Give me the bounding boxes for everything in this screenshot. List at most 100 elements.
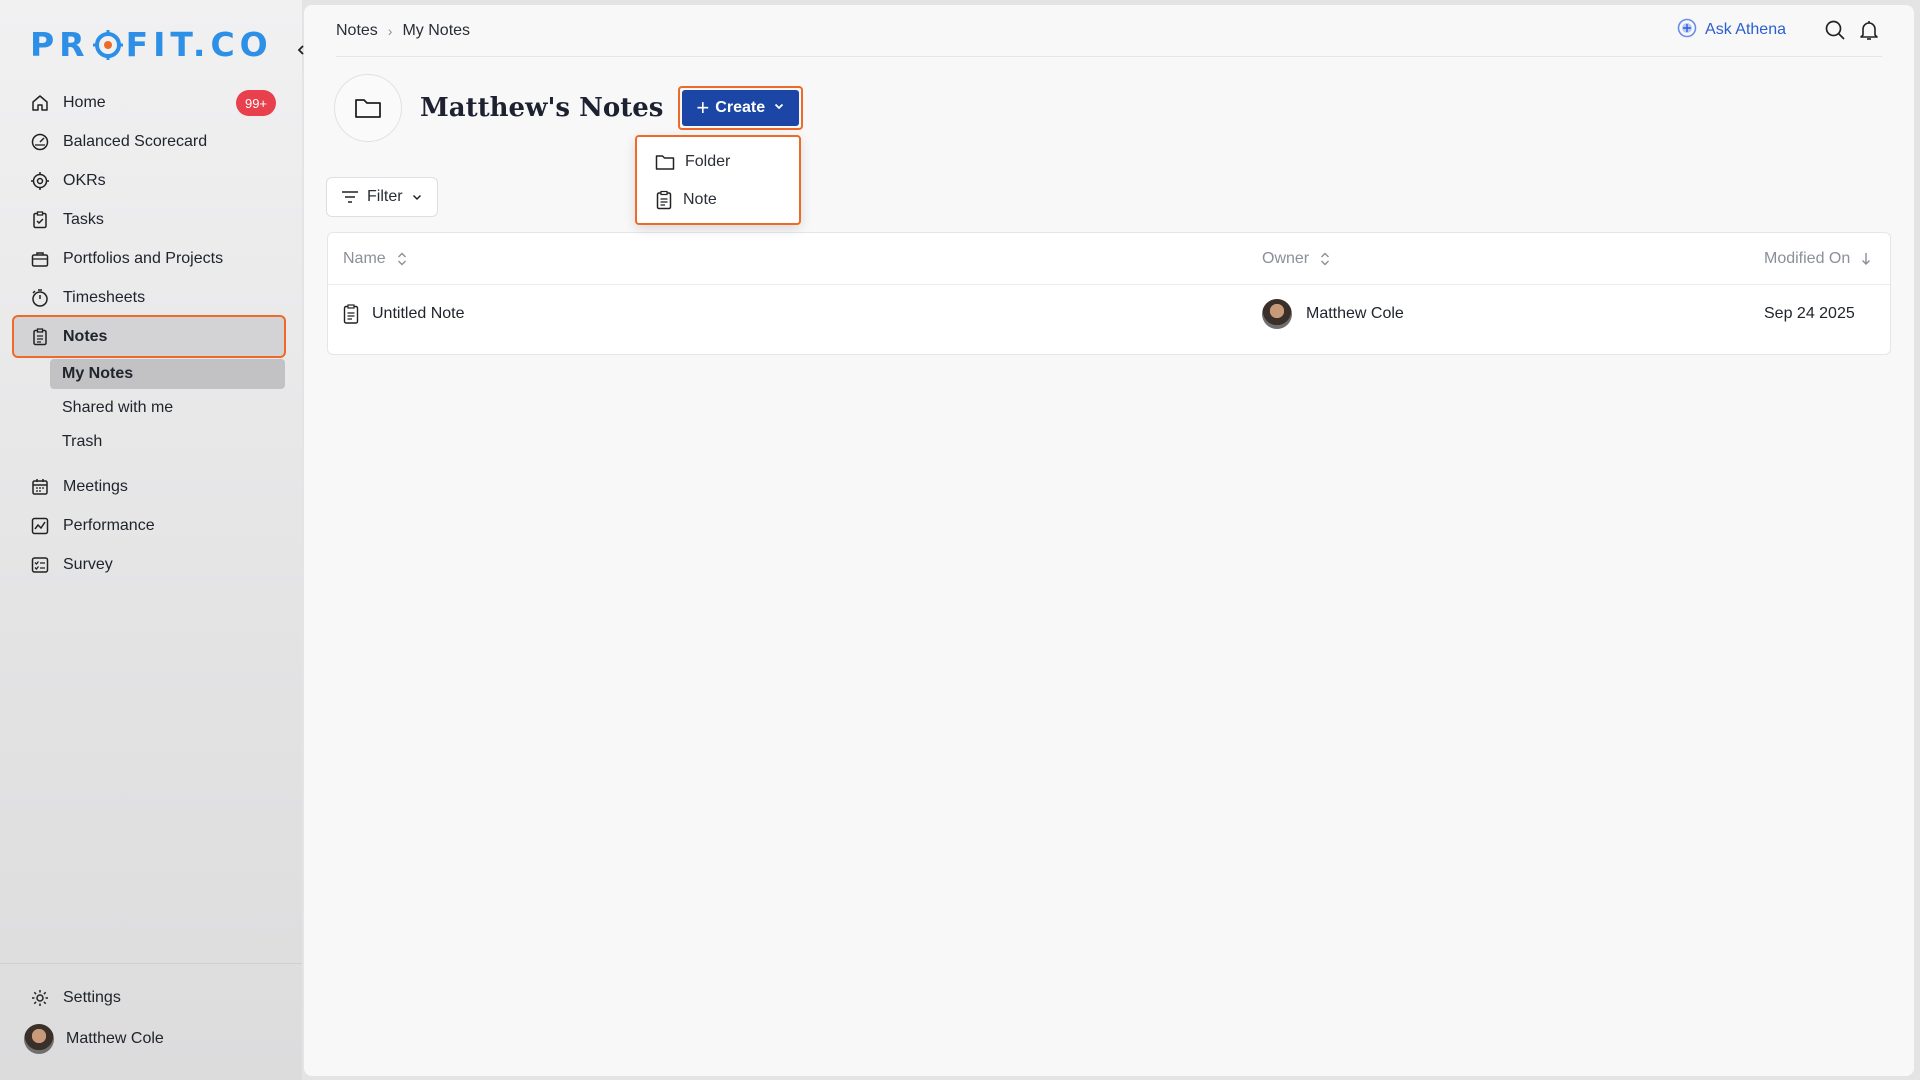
- nav-item-survey[interactable]: Survey: [14, 545, 284, 584]
- menu-item-note[interactable]: Note: [637, 181, 799, 219]
- folder-icon: [655, 153, 675, 171]
- nav-item-performance[interactable]: Performance: [14, 506, 284, 545]
- notes-icon: [29, 326, 51, 348]
- filter-label: Filter: [367, 188, 403, 205]
- nav-item-timesheets[interactable]: Timesheets: [14, 278, 284, 317]
- column-header-name[interactable]: Name: [343, 233, 408, 285]
- folder-icon: [355, 99, 381, 118]
- create-label: Create: [715, 99, 766, 116]
- calendar-icon: [29, 476, 51, 498]
- nav-label: Home: [63, 93, 106, 111]
- ask-athena-label: Ask Athena: [1705, 21, 1786, 38]
- nav-label: Performance: [63, 516, 155, 534]
- nav-label: Survey: [63, 555, 113, 573]
- cell-owner: Matthew Cole: [1262, 285, 1404, 343]
- sidebar-divider: [0, 963, 302, 964]
- nav-label: Balanced Scorecard: [63, 132, 208, 150]
- notes-table: Name Owner Modified On Untitled Note Mat…: [327, 232, 1891, 355]
- chevron-down-icon: [411, 191, 423, 203]
- column-label: Modified On: [1764, 250, 1851, 267]
- column-label: Owner: [1262, 250, 1310, 267]
- avatar: [24, 1024, 54, 1054]
- top-bar: Notes › My Notes Ask Athena: [336, 5, 1882, 57]
- avatar: [1262, 299, 1292, 329]
- create-button[interactable]: + Create: [682, 90, 800, 126]
- menu-item-label: Folder: [685, 153, 731, 170]
- target-icon: [29, 170, 51, 192]
- notes-subnav: My Notes Shared with me Trash: [50, 359, 285, 457]
- scorecard-icon: [29, 131, 51, 153]
- plus-icon: +: [696, 95, 710, 120]
- survey-icon: [29, 554, 51, 576]
- nav-label: Meetings: [63, 477, 128, 495]
- collapse-sidebar-button[interactable]: [291, 40, 311, 60]
- breadcrumb-separator-icon: ›: [387, 22, 393, 39]
- main-content: Notes › My Notes Ask Athena Matthew's No…: [304, 5, 1914, 1076]
- notification-badge: 99+: [236, 90, 276, 116]
- athena-icon: [1677, 18, 1697, 43]
- breadcrumb-notes[interactable]: Notes: [336, 22, 378, 40]
- nav-item-settings[interactable]: Settings: [14, 978, 284, 1017]
- performance-icon: [29, 515, 51, 537]
- briefcase-icon: [29, 248, 51, 270]
- target-icon: [92, 29, 123, 60]
- chevron-down-icon: [773, 99, 785, 117]
- sort-icon: [1319, 251, 1331, 267]
- folder-avatar: [334, 74, 402, 142]
- subnav-item-my-notes[interactable]: My Notes: [50, 359, 285, 389]
- nav-item-meetings[interactable]: Meetings: [14, 467, 284, 506]
- column-label: Name: [343, 250, 386, 267]
- breadcrumb-my-notes: My Notes: [402, 21, 471, 39]
- user-name: Matthew Cole: [66, 1030, 164, 1047]
- cell-modified-on: Sep 24 2025: [1764, 285, 1855, 343]
- nav-item-notes[interactable]: Notes: [12, 315, 286, 358]
- nav-item-portfolios-projects[interactable]: Portfolios and Projects: [14, 239, 284, 278]
- nav-item-home[interactable]: Home 99+: [14, 83, 284, 122]
- breadcrumb: Notes › My Notes: [336, 22, 470, 40]
- column-header-owner[interactable]: Owner: [1262, 233, 1331, 285]
- create-dropdown-menu: Folder Note: [635, 135, 801, 225]
- sort-icon: [396, 251, 408, 267]
- settings-section: Settings: [14, 978, 284, 1017]
- user-profile[interactable]: Matthew Cole: [24, 1024, 164, 1054]
- menu-item-label: Note: [683, 191, 717, 208]
- nav-item-balanced-scorecard[interactable]: Balanced Scorecard: [14, 122, 284, 161]
- owner-name: Matthew Cole: [1306, 305, 1404, 322]
- subnav-item-trash[interactable]: Trash: [50, 427, 285, 457]
- nav-label: Timesheets: [63, 288, 146, 306]
- note-icon: [655, 190, 673, 210]
- table-row[interactable]: Untitled Note Matthew Cole Sep 24 2025: [328, 285, 1890, 343]
- nav-label: Notes: [63, 327, 108, 345]
- page-title: Matthew's Notes: [420, 93, 664, 123]
- create-button-highlight: + Create: [678, 86, 804, 130]
- nav-item-tasks[interactable]: Tasks: [14, 200, 284, 239]
- filter-icon: [341, 190, 359, 204]
- chevron-left-icon: [297, 45, 304, 55]
- ask-athena-button[interactable]: Ask Athena: [1677, 18, 1786, 43]
- subnav-item-shared-with-me[interactable]: Shared with me: [50, 393, 285, 423]
- nav-label: Portfolios and Projects: [63, 249, 224, 267]
- nav-label: Settings: [63, 988, 121, 1006]
- sidebar: PR FIT.CO Home 99+ Balanced Scorecard OK…: [0, 0, 304, 1080]
- tasks-icon: [29, 209, 51, 231]
- main-nav: Home 99+ Balanced Scorecard OKRs Tasks P…: [12, 83, 286, 584]
- cell-name: Untitled Note: [342, 285, 465, 343]
- gear-icon: [29, 987, 51, 1009]
- profit-co-logo[interactable]: PR FIT.CO: [30, 24, 273, 64]
- nav-item-okrs[interactable]: OKRs: [14, 161, 284, 200]
- note-title[interactable]: Untitled Note: [372, 305, 465, 323]
- table-header: Name Owner Modified On: [328, 233, 1890, 285]
- nav-label: Tasks: [63, 210, 104, 228]
- modified-date: Sep 24 2025: [1764, 305, 1855, 322]
- nav-label: OKRs: [63, 171, 106, 189]
- top-right-actions: Ask Athena: [1677, 17, 1882, 43]
- page-header: Matthew's Notes + Create: [334, 73, 804, 143]
- filter-button[interactable]: Filter: [326, 177, 438, 217]
- bell-icon[interactable]: [1856, 17, 1882, 43]
- search-icon[interactable]: [1822, 17, 1848, 43]
- stopwatch-icon: [29, 287, 51, 309]
- column-header-modified-on[interactable]: Modified On: [1764, 233, 1872, 285]
- logo-text-prefix: PR: [30, 24, 90, 64]
- menu-item-folder[interactable]: Folder: [637, 143, 799, 181]
- note-icon: [342, 303, 360, 325]
